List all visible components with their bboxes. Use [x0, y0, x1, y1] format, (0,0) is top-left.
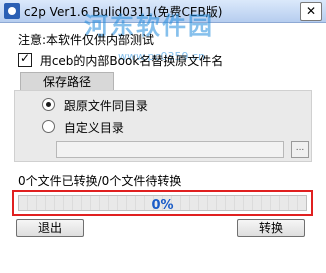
rename-checkbox-label: 用ceb的内部Book名替换原文件名 [39, 54, 224, 68]
browse-button[interactable]: ... [291, 141, 309, 158]
progress-percentage: 0% [151, 198, 174, 213]
save-path-group-label: 保存路径 [20, 72, 114, 91]
close-button[interactable]: ✕ [300, 2, 322, 21]
custom-path-input[interactable] [56, 141, 284, 158]
app-icon [4, 3, 20, 19]
rename-option[interactable]: 用ceb的内部Book名替换原文件名 [18, 51, 224, 68]
conversion-status: 0个文件已转换/0个文件待转换 [18, 174, 182, 188]
radio-label-custom-directory: 自定义目录 [63, 121, 124, 135]
radio-custom-directory[interactable]: 自定义目录 [42, 119, 124, 135]
notice-text: 注意:本软件仅供内部测试 [18, 33, 155, 47]
radio-button[interactable] [42, 120, 55, 133]
rename-checkbox[interactable] [18, 51, 32, 67]
progress-track: 0% [18, 195, 307, 213]
radio-label-same-directory: 跟原文件同目录 [63, 99, 148, 113]
exit-button[interactable]: 退出 [16, 219, 84, 237]
radio-same-directory[interactable]: 跟原文件同目录 [42, 97, 148, 113]
radio-button-selected[interactable] [42, 98, 55, 111]
progress-bar: 0% [12, 190, 313, 216]
convert-button[interactable]: 转换 [237, 219, 305, 237]
main-window: c2p Ver1.6 Bulid0311(免费CEB版) ✕ 河东软件园 www… [0, 0, 326, 273]
